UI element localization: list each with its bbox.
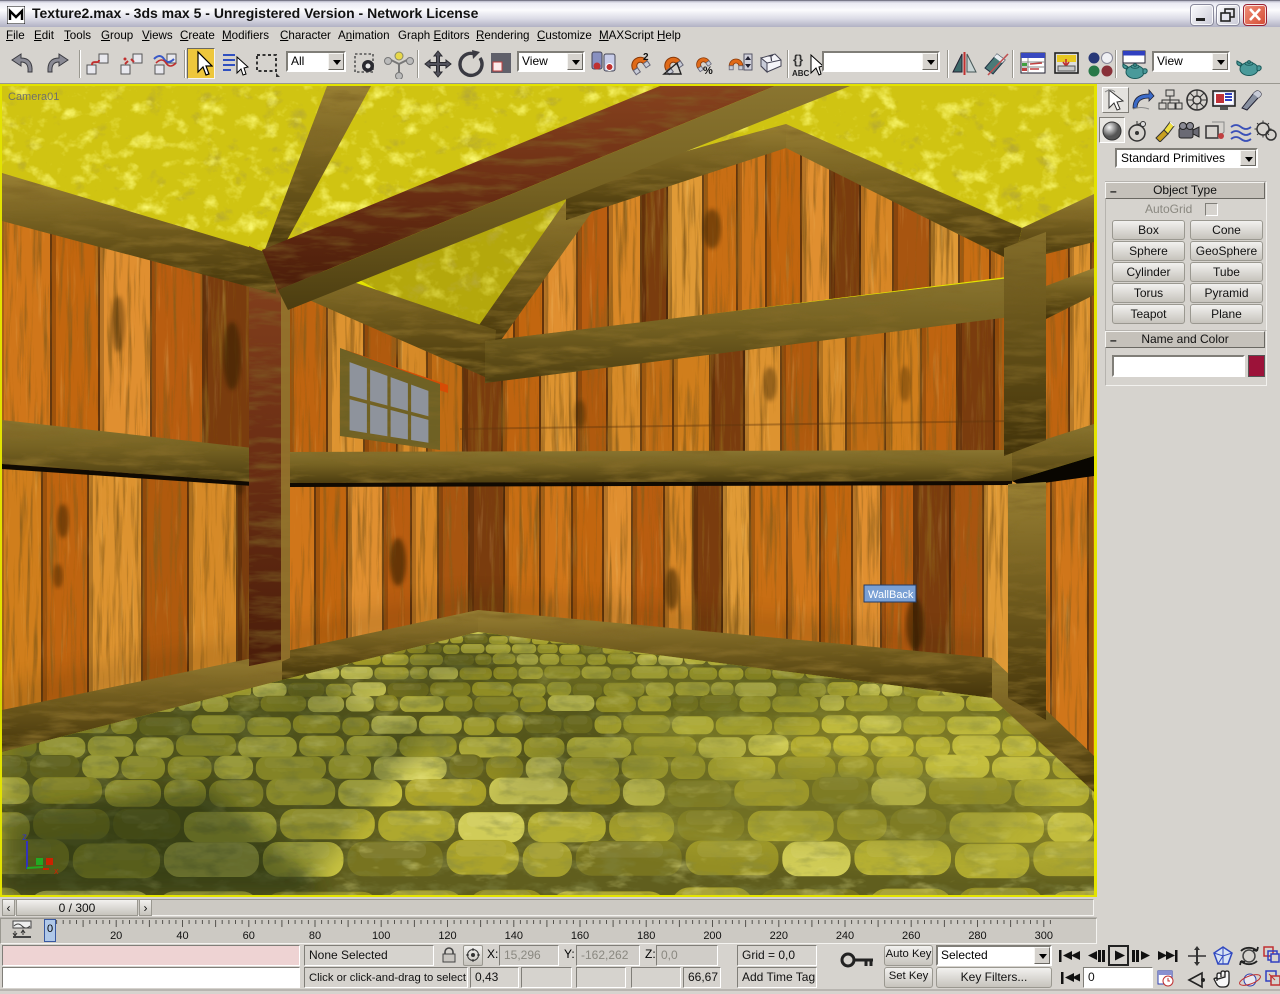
- svg-text:WallBack: WallBack: [868, 589, 914, 601]
- svg-text:240: 240: [836, 930, 854, 942]
- svg-text:280: 280: [968, 930, 986, 942]
- svg-text:60: 60: [243, 930, 255, 942]
- svg-text:Camera01: Camera01: [8, 91, 59, 103]
- svg-text:2: 2: [643, 52, 649, 63]
- svg-text:220: 220: [770, 930, 788, 942]
- svg-text:140: 140: [505, 930, 523, 942]
- svg-text:200: 200: [703, 930, 721, 942]
- svg-text:20: 20: [110, 930, 122, 942]
- svg-text:{}: {}: [793, 52, 803, 67]
- svg-text:260: 260: [902, 930, 920, 942]
- svg-text:ABC: ABC: [792, 69, 810, 78]
- svg-text:%: %: [703, 65, 713, 77]
- svg-text:40: 40: [176, 930, 188, 942]
- svg-text:300: 300: [1035, 930, 1053, 942]
- svg-text:120: 120: [438, 930, 456, 942]
- svg-text:180: 180: [637, 930, 655, 942]
- svg-text:z: z: [22, 832, 27, 843]
- svg-text:x: x: [54, 866, 59, 876]
- svg-text:100: 100: [372, 930, 390, 942]
- svg-text:160: 160: [571, 930, 589, 942]
- svg-text:80: 80: [309, 930, 321, 942]
